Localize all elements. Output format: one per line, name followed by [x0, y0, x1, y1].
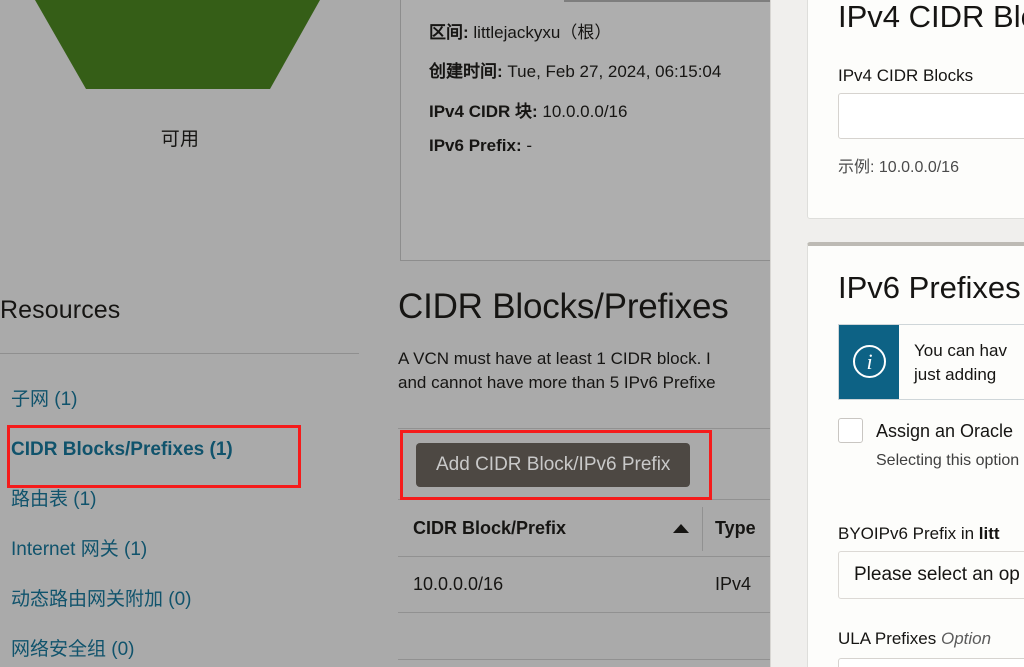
ipv4-cidr-blocks-field-label: IPv4 CIDR Blocks — [838, 66, 974, 85]
detail-row-ipv4-cidr-block: IPv4 CIDR 块: 10.0.0.0/16 — [429, 97, 627, 122]
cidr-table-toolbar: Add CIDR Block/IPv6 Prefix — [398, 428, 770, 500]
ipv6-card-title: IPv6 Prefixes — [838, 270, 1021, 305]
vcn-health-status-label: 可用 — [160, 129, 200, 150]
ipv6-info-banner: i You can hav just adding — [838, 324, 1024, 400]
sidebar-item-label: CIDR Blocks/Prefixes (1) — [11, 439, 233, 460]
sidebar-item-network-security-groups[interactable]: 网络安全组 (0) — [0, 625, 396, 667]
ipv6-prefixes-card: IPv6 Prefixes i You can hav just adding … — [807, 242, 1024, 667]
byoipv6-prefix-label: BYOIPv6 Prefix in litt — [838, 524, 1000, 544]
sidebar-item-cidr-blocks-prefixes[interactable]: CIDR Blocks/Prefixes (1) — [0, 425, 396, 475]
sidebar-item-internet-gateways[interactable]: Internet 网关 (1) — [0, 525, 396, 575]
add-cidr-block-side-panel: IPv4 CIDR Blo IPv4 CIDR Blocks 示例: 10.0.… — [770, 0, 1024, 667]
byoipv6-label-prefix: BYOIPv6 Prefix in — [838, 524, 979, 543]
detail-key: IPv6 Prefix: — [429, 136, 522, 155]
info-icon: i — [853, 345, 886, 378]
ula-label-text: ULA Prefixes — [838, 629, 941, 648]
detail-value: Tue, Feb 27, 2024, 06:15:04 — [507, 62, 722, 81]
ula-prefixes-label: ULA Prefixes Option — [838, 629, 991, 649]
vcn-summary-left-column: 可用 Resources 子网 (1) CIDR Blocks/Prefixes… — [0, 0, 396, 667]
sidebar-item-label: 子网 (1) — [11, 389, 78, 410]
ipv4-cidr-blocks-input[interactable] — [838, 93, 1024, 139]
info-banner-accent: i — [839, 325, 899, 399]
assign-oracle-ipv6-checkbox[interactable] — [838, 418, 863, 443]
resources-divider — [0, 353, 359, 354]
detail-value: littlejackyxu（根） — [473, 23, 612, 42]
resources-heading: Resources — [0, 296, 121, 324]
detail-key: 创建时间: — [429, 62, 503, 81]
table-row[interactable]: 10.0.0.0/16 IPv4 — [398, 557, 770, 613]
detail-value: - — [526, 136, 533, 155]
vcn-detail-main-column: 区间: littlejackyxu（根） 创建时间: Tue, Feb 27, … — [396, 0, 770, 667]
app-root: 可用 Resources 子网 (1) CIDR Blocks/Prefixes… — [0, 0, 1024, 667]
byoipv6-label-compartment: litt — [978, 524, 1000, 543]
sidebar-item-subnets[interactable]: 子网 (1) — [0, 375, 396, 425]
column-header-type[interactable]: Type — [715, 501, 756, 556]
detail-value: 10.0.0.0/16 — [542, 102, 628, 121]
assign-oracle-ipv6-sublabel: Selecting this option a — [876, 452, 1024, 469]
table-footer — [398, 613, 770, 660]
ula-prefixes-input[interactable] — [838, 658, 1024, 667]
detail-row-created-time: 创建时间: Tue, Feb 27, 2024, 06:15:04 — [429, 57, 721, 82]
sidebar-item-label: 路由表 (1) — [11, 489, 97, 510]
ula-label-optional: Option — [941, 629, 992, 648]
vcn-health-trapezoid-icon — [35, 0, 320, 89]
ipv4-cidr-blocks-card: IPv4 CIDR Blo IPv4 CIDR Blocks 示例: 10.0.… — [807, 0, 1024, 219]
vcn-info-card: 区间: littlejackyxu（根） 创建时间: Tue, Feb 27, … — [400, 0, 770, 261]
detail-key: IPv4 CIDR 块: — [429, 102, 538, 121]
sort-ascending-icon[interactable] — [673, 524, 689, 533]
table-header-row: CIDR Block/Prefix Type — [398, 501, 770, 557]
ipv4-cidr-example-hint: 示例: 10.0.0.0/16 — [838, 159, 959, 176]
ipv6-info-banner-text: You can hav just adding — [914, 341, 1007, 384]
sidebar-item-label: 动态路由网关附加 (0) — [11, 589, 192, 610]
resources-list: 子网 (1) CIDR Blocks/Prefixes (1) 路由表 (1) … — [0, 375, 396, 667]
cidr-blocks-section-title: CIDR Blocks/Prefixes — [398, 287, 729, 326]
add-cidr-block-button[interactable]: Add CIDR Block/IPv6 Prefix — [416, 443, 691, 487]
cell-type: IPv4 — [715, 574, 752, 594]
assign-oracle-ipv6-label: Assign an Oracle — [876, 421, 1014, 441]
detail-row-compartment: 区间: littlejackyxu（根） — [429, 18, 611, 43]
column-divider — [702, 507, 703, 551]
byoipv6-prefix-select[interactable]: Please select an op — [838, 551, 1024, 599]
cidr-blocks-table: CIDR Block/Prefix Type 10.0.0.0/16 IPv4 — [398, 501, 770, 660]
column-header-cidr-block-prefix[interactable]: CIDR Block/Prefix — [413, 501, 566, 556]
detail-key: 区间: — [429, 23, 469, 42]
sidebar-item-label: Internet 网关 (1) — [11, 539, 148, 560]
sidebar-item-route-tables[interactable]: 路由表 (1) — [0, 475, 396, 525]
sidebar-item-drg-attachments[interactable]: 动态路由网关附加 (0) — [0, 575, 396, 625]
cidr-blocks-section-description: A VCN must have at least 1 CIDR block. I… — [398, 349, 716, 392]
cell-cidr-block: 10.0.0.0/16 — [413, 574, 504, 594]
ipv4-card-title: IPv4 CIDR Blo — [838, 0, 1024, 34]
vcn-info-card-topbar — [564, 0, 770, 4]
sidebar-item-label: 网络安全组 (0) — [11, 639, 135, 660]
detail-row-ipv6-prefix: IPv6 Prefix: - — [429, 136, 532, 156]
